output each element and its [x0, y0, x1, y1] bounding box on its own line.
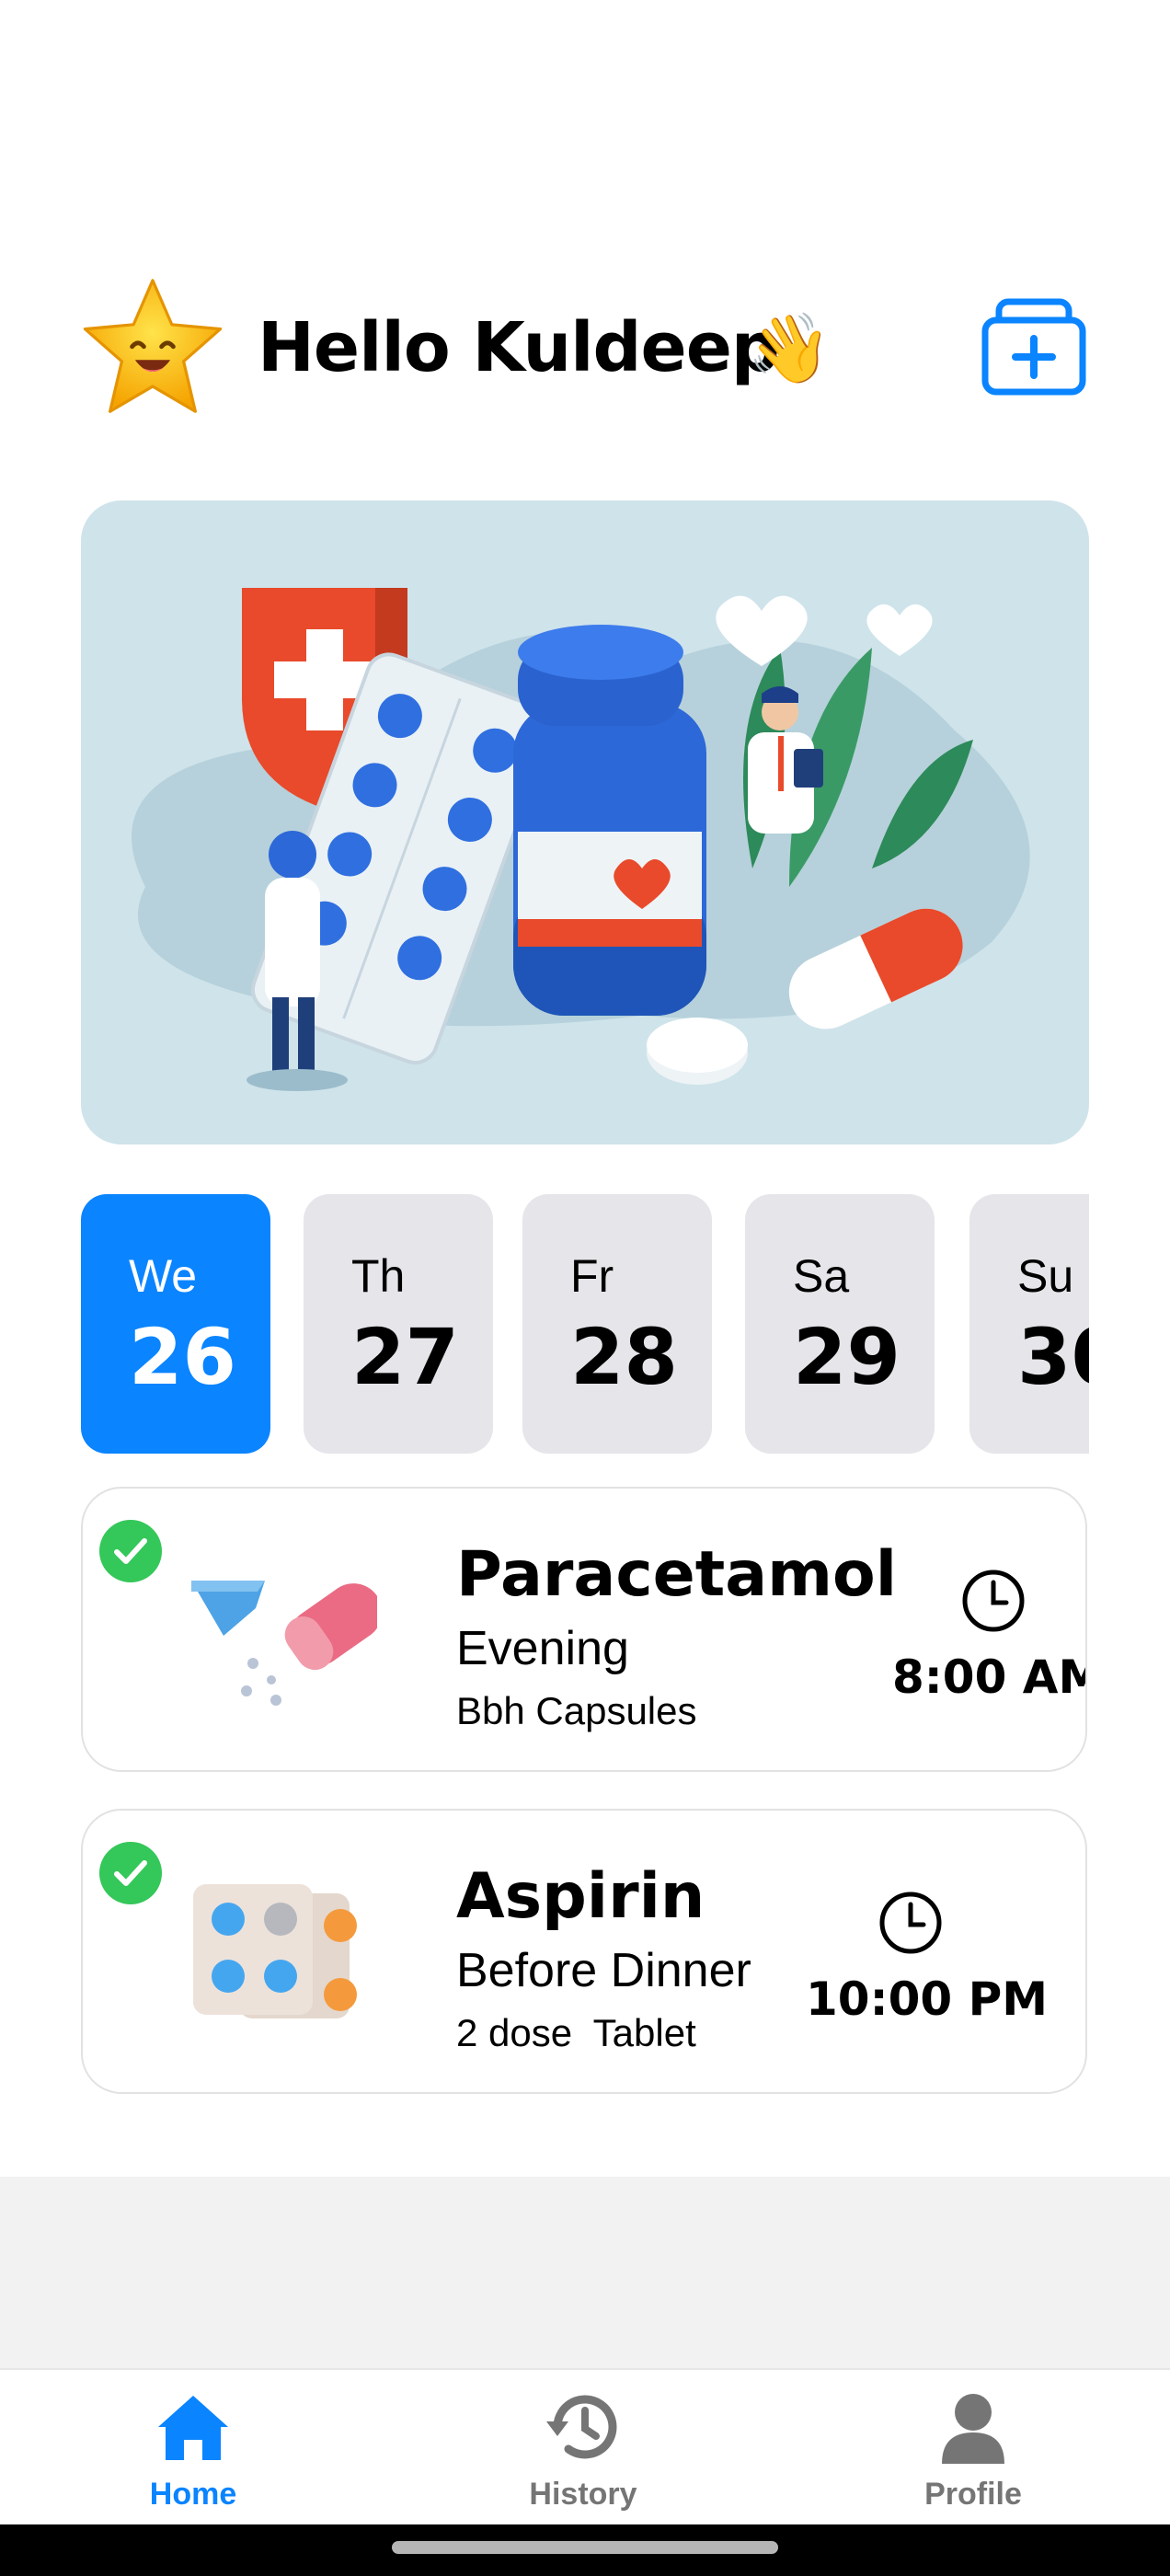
home-icon — [158, 2396, 228, 2460]
medication-dose: 2 dose Tablet — [456, 2011, 696, 2054]
medication-name: Paracetamol — [456, 1538, 898, 1611]
medication-card-paracetamol[interactable]: Paracetamol Evening Bbh Capsules 8:00 AM — [81, 1487, 1087, 1772]
add-medication-button[interactable] — [981, 296, 1087, 397]
home-indicator[interactable] — [392, 2541, 778, 2554]
content-background — [0, 2177, 1170, 2370]
capsule-icon — [191, 1581, 377, 1706]
day-name: We — [129, 1250, 198, 1302]
clock-icon — [962, 1570, 1025, 1632]
nav-history[interactable]: History — [482, 2386, 684, 2515]
day-selector: We 26 Th 27 Fr 28 Sa 29 Su 30 — [81, 1194, 1089, 1454]
day-sa-29[interactable]: Sa 29 — [745, 1194, 935, 1454]
medication-card-aspirin[interactable]: Aspirin Before Dinner 2 dose Tablet 10:0… — [81, 1809, 1087, 2094]
check-icon — [99, 1520, 162, 1582]
medication-dose: Bbh Capsules — [456, 1689, 697, 1732]
nav-profile-label: Profile — [924, 2477, 1022, 2512]
day-name: Th — [351, 1250, 406, 1302]
day-number: 30 — [1017, 1312, 1089, 1402]
medication-time: 10:00 PM — [806, 1972, 1048, 2026]
profile-icon — [942, 2394, 1004, 2464]
day-we-26[interactable]: We 26 — [81, 1194, 270, 1454]
day-su-30[interactable]: Su 30 — [969, 1194, 1089, 1454]
medication-schedule: Evening — [456, 1622, 629, 1675]
medication-time: 8:00 AM — [892, 1650, 1087, 1704]
wave-emoji: 👋 — [747, 310, 832, 386]
day-number: 26 — [129, 1312, 236, 1402]
nav-profile[interactable]: Profile — [872, 2386, 1074, 2515]
nav-home[interactable]: Home — [92, 2386, 294, 2515]
history-icon — [546, 2395, 617, 2459]
hero-banner — [81, 500, 1089, 1144]
tablet-blister-icon — [193, 1884, 357, 2018]
day-number: 29 — [793, 1312, 900, 1402]
star-face-icon — [83, 279, 223, 413]
day-number: 27 — [351, 1312, 459, 1402]
medicine-illustration — [132, 588, 1030, 1091]
greeting-title: Hello Kuldeep — [258, 308, 780, 387]
day-name: Fr — [570, 1250, 614, 1302]
day-name: Sa — [793, 1250, 850, 1302]
nav-history-label: History — [529, 2477, 637, 2512]
day-th-27[interactable]: Th 27 — [304, 1194, 493, 1454]
day-name: Su — [1017, 1250, 1074, 1302]
day-number: 28 — [570, 1312, 678, 1402]
nav-home-label: Home — [149, 2477, 237, 2512]
clock-icon — [879, 1892, 942, 1954]
medication-name: Aspirin — [456, 1860, 705, 1933]
day-fr-28[interactable]: Fr 28 — [522, 1194, 712, 1454]
medication-schedule: Before Dinner — [456, 1944, 751, 1997]
check-icon — [99, 1842, 162, 1904]
